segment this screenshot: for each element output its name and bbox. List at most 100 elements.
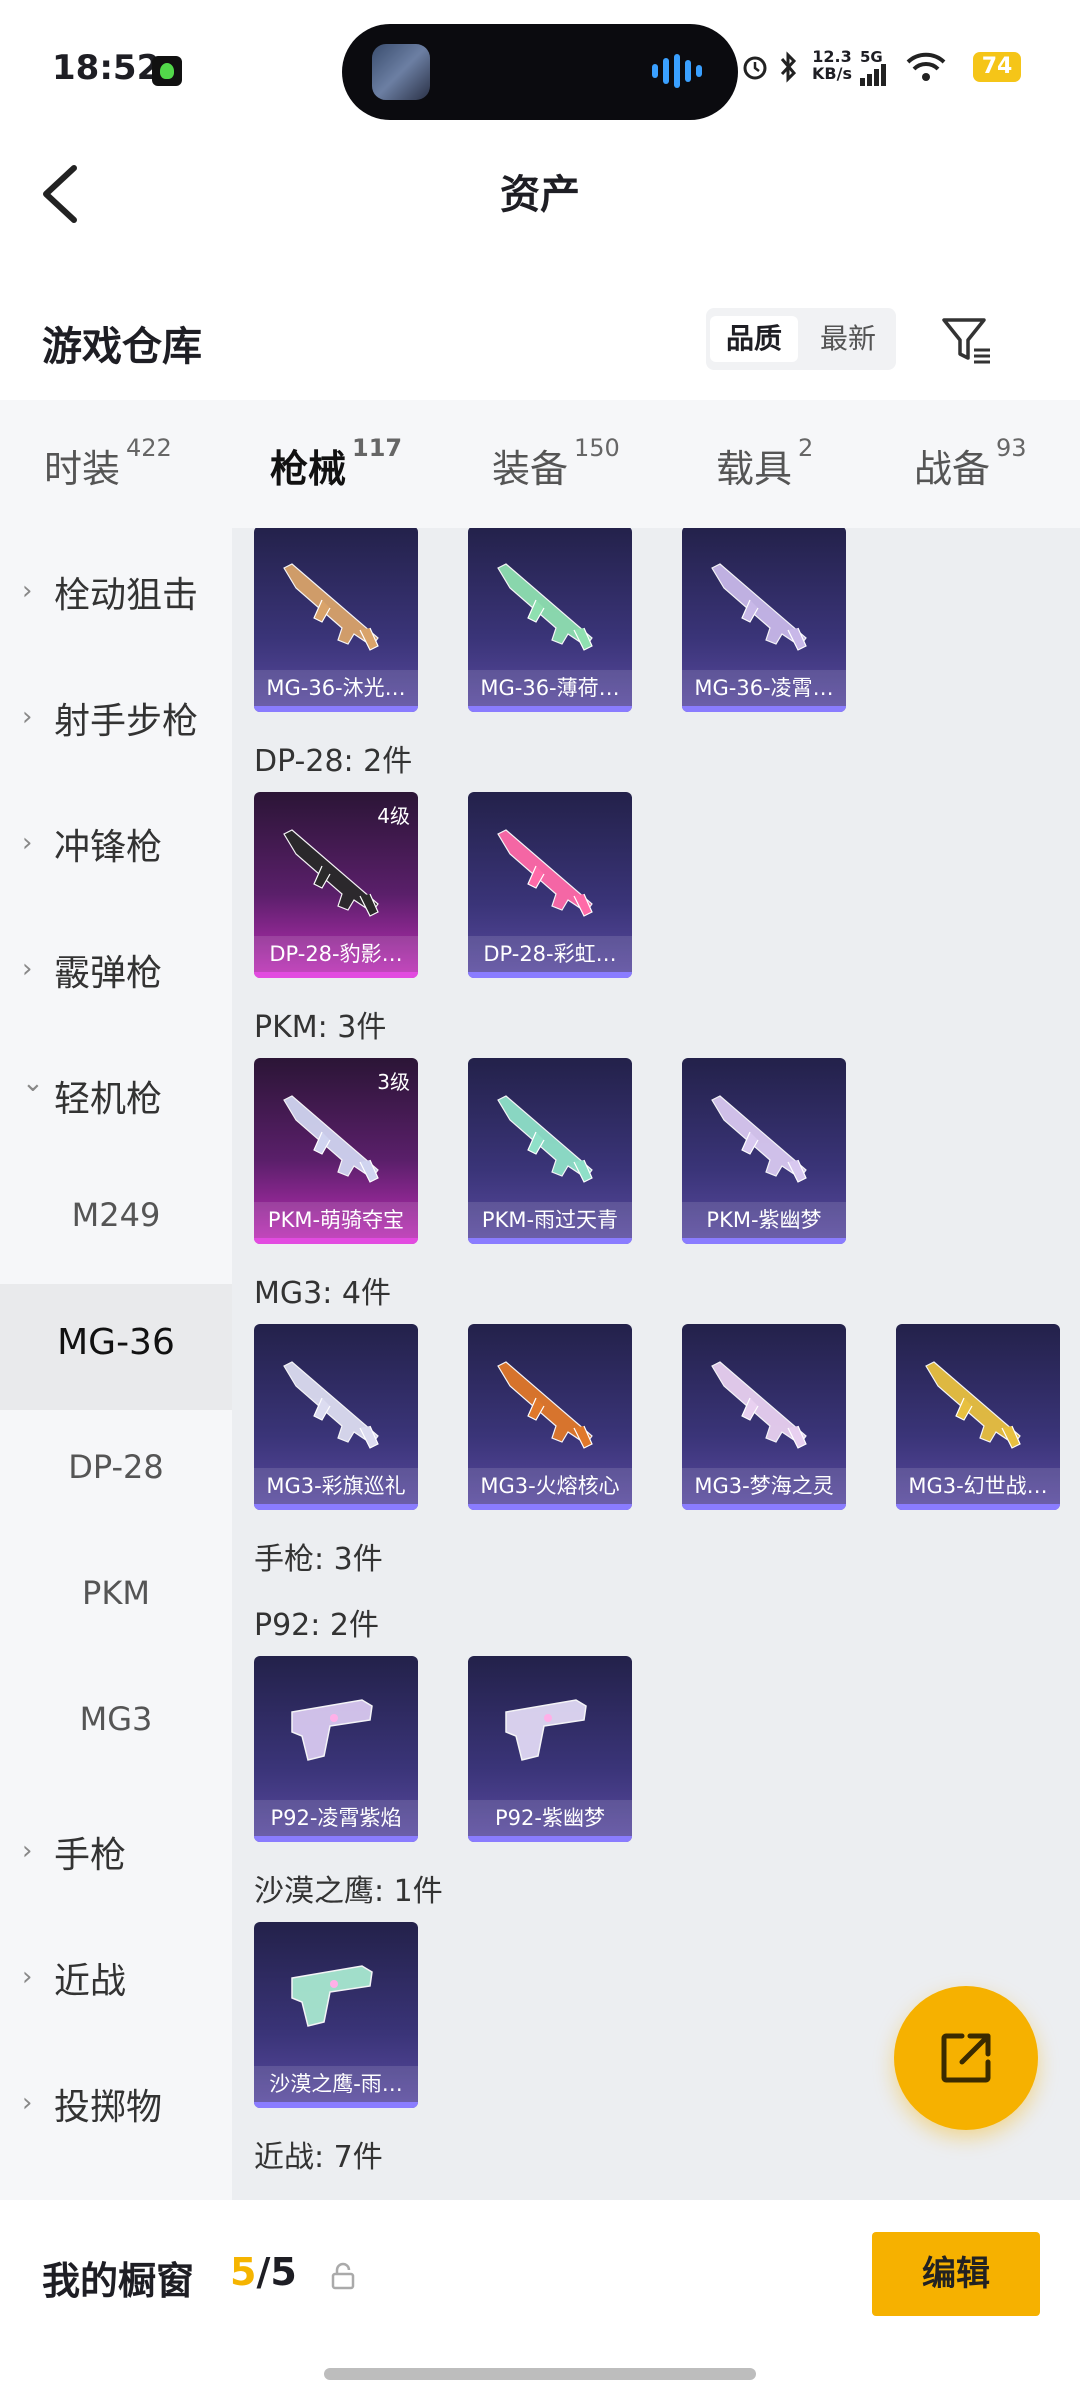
rarity-bar bbox=[254, 1504, 418, 1510]
rifle-icon bbox=[711, 1361, 807, 1449]
weapon-card[interactable]: PKM-雨过天青 bbox=[468, 1058, 632, 1244]
rifle-icon bbox=[925, 1361, 1021, 1449]
tab-equipment[interactable]: 装备 150 bbox=[492, 434, 620, 493]
group-header: 沙漠之鹰: 1件 bbox=[254, 1874, 443, 1909]
weapon-card[interactable]: MG3-梦海之灵 bbox=[682, 1324, 846, 1510]
sidebar-item-label: 近战 bbox=[54, 1961, 127, 2002]
weapon-card[interactable]: DP-28-彩虹… bbox=[468, 792, 632, 978]
tab-label: 时装 bbox=[44, 447, 121, 491]
rarity-bar bbox=[682, 1504, 846, 1510]
app-notification-icon bbox=[152, 56, 182, 86]
weapon-card[interactable]: 3级 PKM-萌骑夺宝 bbox=[254, 1058, 418, 1244]
rifle-icon bbox=[497, 1361, 593, 1449]
share-icon bbox=[941, 2033, 991, 2083]
alarm-icon bbox=[743, 56, 767, 80]
weapon-name: MG-36-凌霄… bbox=[682, 670, 846, 706]
weapon-name: P92-凌霄紫焰 bbox=[254, 1800, 418, 1836]
tab-vehicles[interactable]: 载具 2 bbox=[716, 434, 813, 493]
tab-label: 枪械 bbox=[270, 447, 347, 491]
media-thumbnail bbox=[372, 44, 430, 100]
sidebar-group[interactable]: › 冲锋枪 bbox=[0, 780, 232, 906]
tab-supplies[interactable]: 战备 93 bbox=[914, 434, 1027, 493]
sidebar-subitem[interactable]: MG-36 bbox=[0, 1284, 232, 1410]
tab-label: 战备 bbox=[914, 447, 991, 491]
weapon-card[interactable]: MG-36-凌霄… bbox=[682, 528, 846, 712]
showcase-label: 我的橱窗 bbox=[42, 2259, 195, 2303]
filter-icon[interactable] bbox=[940, 314, 996, 366]
sidebar-subitem[interactable]: DP-28 bbox=[0, 1410, 232, 1536]
sidebar-group[interactable]: › 近战 bbox=[0, 1914, 232, 2040]
edit-button[interactable]: 编辑 bbox=[872, 2232, 1040, 2316]
rarity-bar bbox=[896, 1504, 1060, 1510]
pistol-icon bbox=[291, 1965, 373, 2027]
signal-icon bbox=[860, 64, 886, 86]
sidebar-group[interactable]: › 投掷物 bbox=[0, 2040, 232, 2166]
tab-fashion[interactable]: 时装 422 bbox=[44, 434, 172, 493]
sidebar-item-label: 投掷物 bbox=[54, 2087, 163, 2128]
weapon-card[interactable]: PKM-紫幽梦 bbox=[682, 1058, 846, 1244]
home-indicator[interactable] bbox=[324, 2368, 756, 2380]
rifle-icon bbox=[711, 563, 807, 651]
weapon-name: PKM-萌骑夺宝 bbox=[254, 1202, 418, 1238]
warehouse-title: 游戏仓库 bbox=[42, 324, 202, 370]
weapon-card[interactable]: 沙漠之鹰-雨… bbox=[254, 1922, 418, 2108]
rifle-icon bbox=[283, 563, 379, 651]
showcase-count: 5/5 bbox=[230, 2250, 297, 2294]
sidebar-subitem[interactable]: M249 bbox=[0, 1158, 232, 1284]
sidebar-group[interactable]: › 霰弹枪 bbox=[0, 906, 232, 1032]
sidebar-group[interactable]: › 射手步枪 bbox=[0, 654, 232, 780]
rarity-bar bbox=[254, 1238, 418, 1244]
category-tabs: 时装 422 枪械 117 装备 150 载具 2 战备 93 bbox=[0, 400, 1080, 540]
weapon-name: MG3-幻世战… bbox=[896, 1468, 1060, 1504]
group-header: MG3: 4件 bbox=[254, 1276, 391, 1311]
sidebar-item-label: PKM bbox=[82, 1574, 150, 1612]
rifle-icon bbox=[711, 1095, 807, 1183]
showcase-bar: 我的橱窗 5/5 编辑 bbox=[0, 2200, 1080, 2400]
chevron-down-icon: ⌄ bbox=[22, 1068, 44, 1098]
sidebar-item-label: 手枪 bbox=[54, 1835, 127, 1876]
weapon-card[interactable]: P92-紫幽梦 bbox=[468, 1656, 632, 1842]
sort-quality-button[interactable]: 品质 bbox=[710, 316, 798, 362]
sidebar-group[interactable]: ⌄ 轻机枪 bbox=[0, 1032, 232, 1158]
weapon-name: MG3-火熔核心 bbox=[468, 1468, 632, 1504]
weapon-card[interactable]: MG-36-薄荷… bbox=[468, 528, 632, 712]
sidebar-item-label: 霰弹枪 bbox=[54, 953, 163, 994]
group-header: 近战: 7件 bbox=[254, 2140, 383, 2175]
weapon-card[interactable]: MG-36-沐光… bbox=[254, 528, 418, 712]
status-time: 18:52 bbox=[52, 48, 161, 88]
chevron-right-icon: › bbox=[22, 2088, 33, 2118]
sort-newest-button[interactable]: 最新 bbox=[804, 316, 892, 362]
weapon-card[interactable]: 4级 DP-28-豹影… bbox=[254, 792, 418, 978]
net-speed-unit: KB/s bbox=[812, 64, 852, 83]
group-header: DP-28: 2件 bbox=[254, 744, 413, 779]
lock-icon bbox=[331, 2262, 355, 2290]
rarity-bar bbox=[468, 1504, 632, 1510]
weapon-card[interactable]: MG3-幻世战… bbox=[896, 1324, 1060, 1510]
showcase-used: 5 bbox=[230, 2250, 257, 2294]
weapon-card[interactable]: MG3-火熔核心 bbox=[468, 1324, 632, 1510]
share-button[interactable] bbox=[894, 1986, 1038, 2130]
rifle-icon bbox=[497, 1095, 593, 1183]
weapon-name: PKM-紫幽梦 bbox=[682, 1202, 846, 1238]
group-header: P92: 2件 bbox=[254, 1608, 379, 1643]
sidebar-subitem[interactable]: PKM bbox=[0, 1536, 232, 1662]
sidebar-group[interactable]: › 手枪 bbox=[0, 1788, 232, 1914]
weapon-card[interactable]: MG3-彩旗巡礼 bbox=[254, 1324, 418, 1510]
wifi-icon bbox=[906, 52, 946, 81]
chevron-right-icon: › bbox=[22, 1836, 33, 1866]
dynamic-island[interactable] bbox=[342, 24, 738, 120]
top-bar: 资产 bbox=[0, 140, 1080, 250]
level-badge: 3级 bbox=[377, 1070, 410, 1094]
weapon-sidebar: › 栓动狙击 › 射手步枪 › 冲锋枪 › 霰弹枪 ⌄ 轻机枪 M249 MG-36 DP-28 PKM M… bbox=[0, 528, 232, 2200]
sidebar-subitem[interactable]: MG3 bbox=[0, 1662, 232, 1788]
rarity-bar bbox=[682, 706, 846, 712]
tab-count: 422 bbox=[126, 434, 172, 462]
weapon-card[interactable]: P92-凌霄紫焰 bbox=[254, 1656, 418, 1842]
rarity-bar bbox=[254, 2102, 418, 2108]
sidebar-group[interactable]: › 栓动狙击 bbox=[0, 528, 232, 654]
sidebar-item-label: MG-36 bbox=[57, 1322, 175, 1363]
rarity-bar bbox=[254, 972, 418, 978]
rarity-bar bbox=[468, 972, 632, 978]
tab-count: 93 bbox=[996, 434, 1027, 462]
tab-guns[interactable]: 枪械 117 bbox=[270, 434, 402, 540]
